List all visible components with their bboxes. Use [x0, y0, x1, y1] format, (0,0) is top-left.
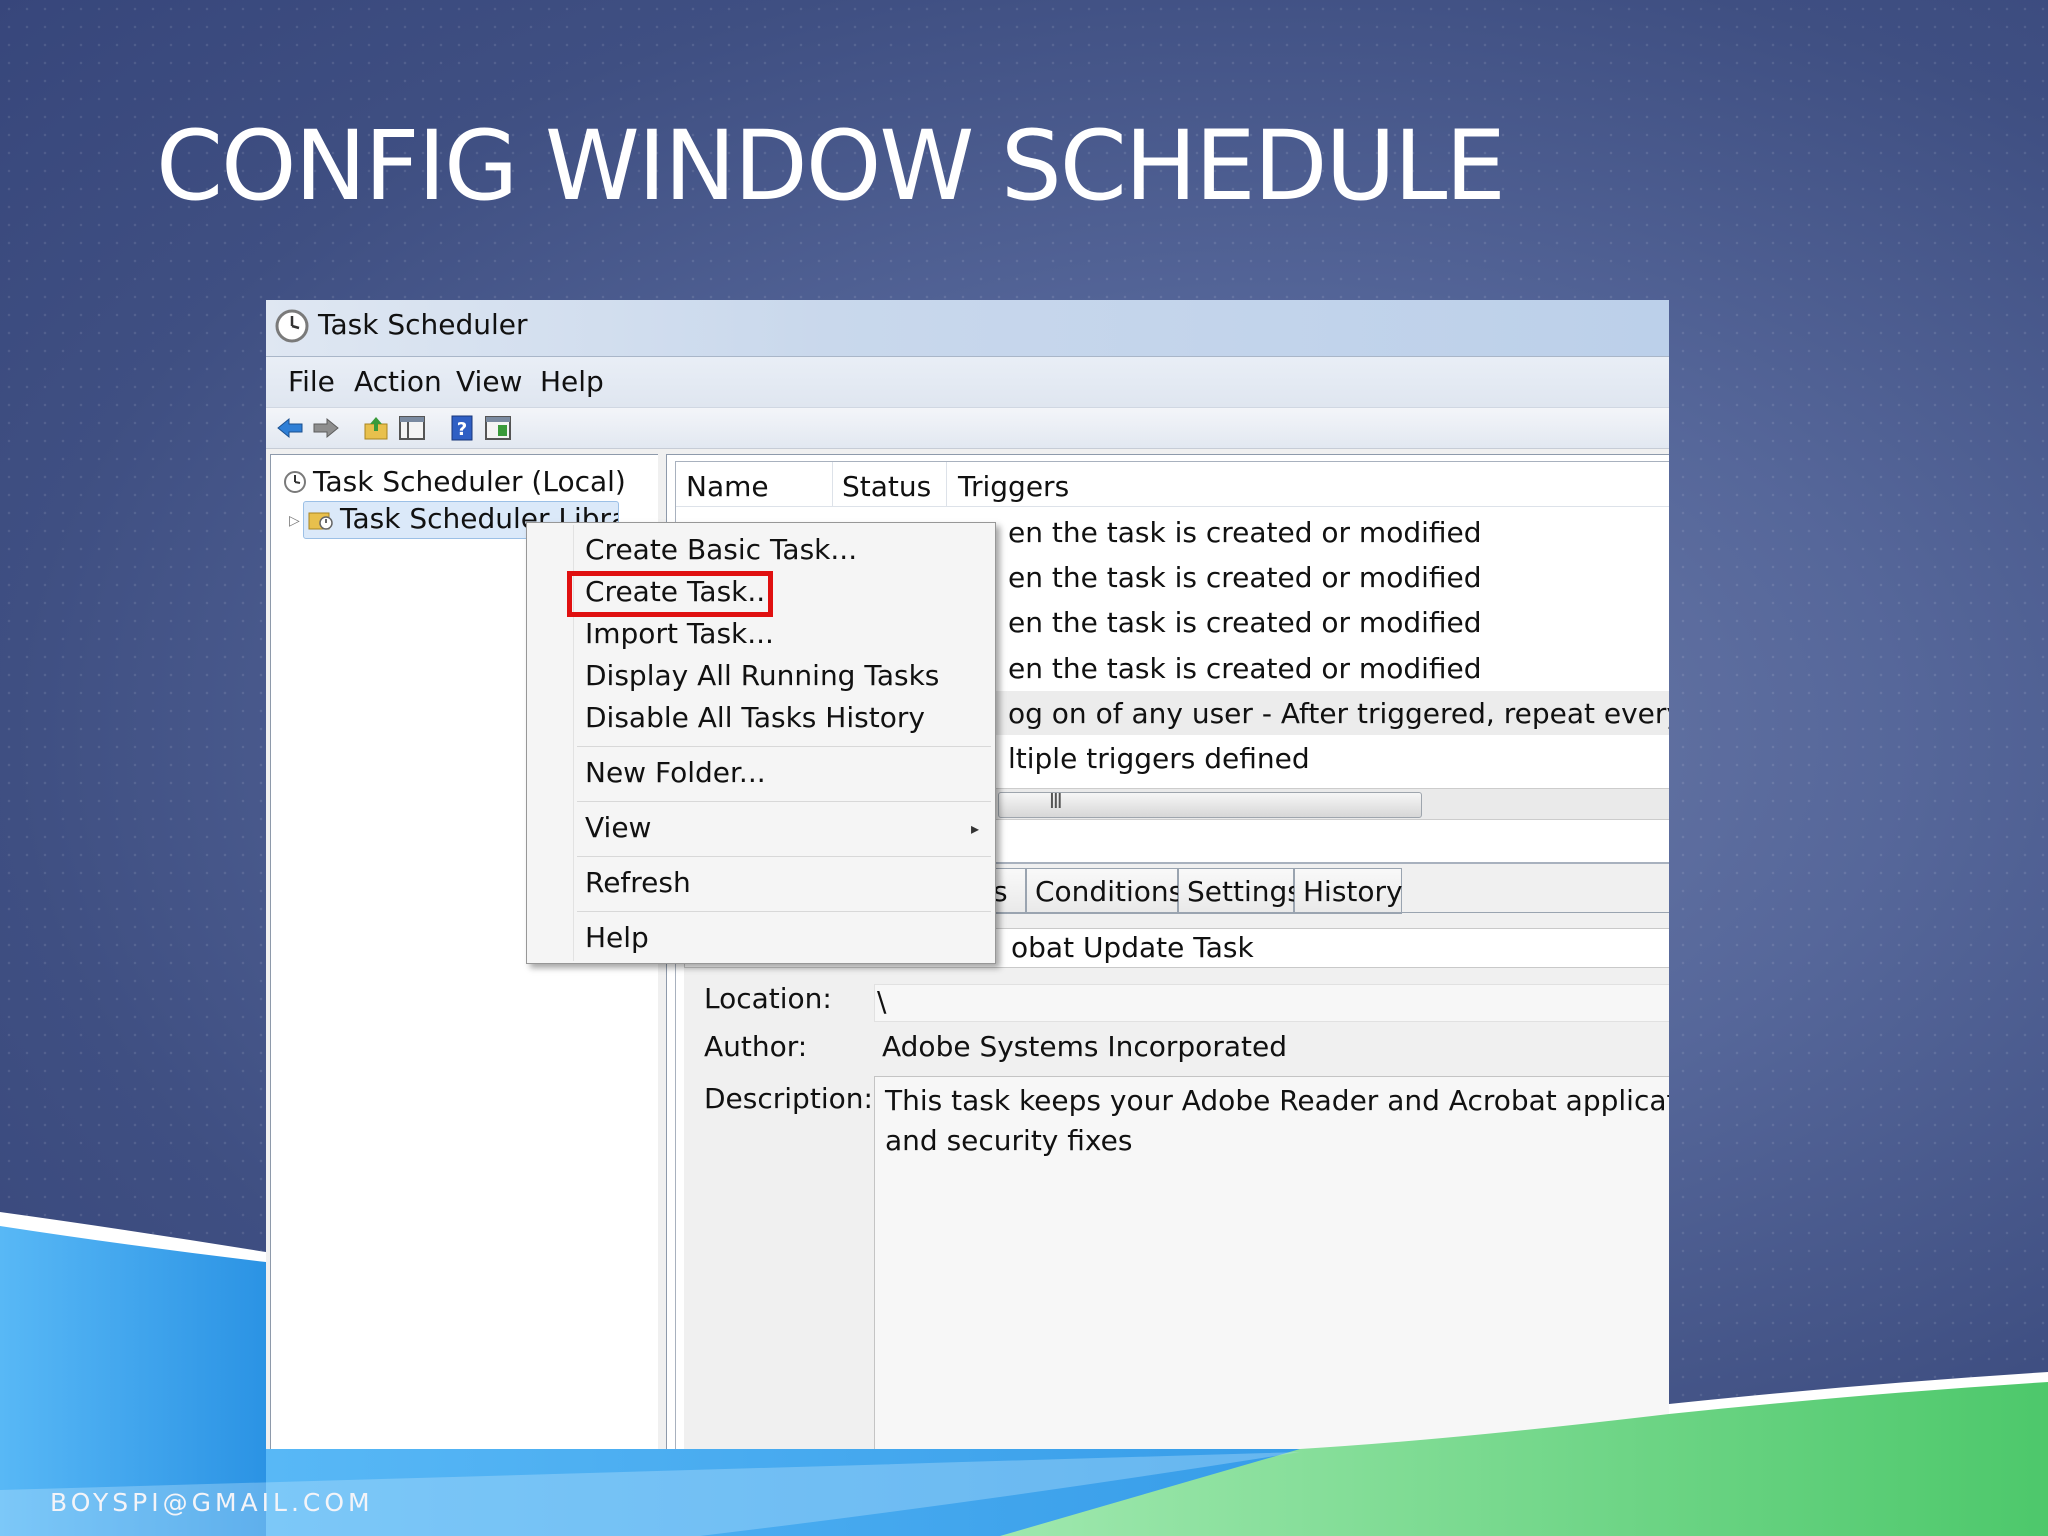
location-value: \ [877, 985, 887, 1018]
task-row-trigger: en the task is created or modified [1008, 561, 1482, 594]
submenu-arrow-icon: ▸ [970, 819, 979, 838]
task-name-value: obat Update Task [1011, 931, 1254, 964]
menu-item-import-task[interactable]: Import Task... [585, 617, 774, 650]
menu-item-new-folder[interactable]: New Folder... [585, 756, 766, 789]
column-separator[interactable] [832, 462, 833, 506]
column-separator[interactable] [946, 462, 947, 506]
menu-file[interactable]: File [288, 365, 335, 398]
svg-text:?: ? [457, 419, 467, 440]
action-pane-icon[interactable] [484, 414, 512, 442]
folder-up-icon[interactable] [362, 414, 390, 442]
menu-separator [577, 746, 991, 747]
column-status[interactable]: Status [842, 470, 931, 503]
forward-arrow-icon[interactable] [312, 414, 340, 442]
description-line: This task keeps your Adobe Reader and Ac… [885, 1084, 1669, 1117]
back-arrow-icon[interactable] [276, 414, 304, 442]
author-label: Author: [704, 1030, 808, 1063]
scrollbar-thumb[interactable]: III [998, 789, 1422, 818]
help-icon[interactable]: ? [448, 414, 476, 442]
task-row-trigger: en the task is created or modified [1008, 516, 1482, 549]
toolbar: ? [266, 408, 1669, 449]
menu-action[interactable]: Action [354, 365, 442, 398]
folder-clock-icon [308, 512, 333, 530]
menu-bar: File Action View Help [266, 357, 1669, 408]
task-row-trigger: en the task is created or modified [1008, 652, 1482, 685]
menu-item-create-basic-task[interactable]: Create Basic Task... [585, 533, 857, 566]
tab-label: Settings [1187, 875, 1302, 908]
column-triggers[interactable]: Triggers [958, 470, 1069, 503]
footer-email: BOYSPI@GMAIL.COM [50, 1488, 374, 1517]
menu-item-view[interactable]: View [585, 811, 651, 844]
menu-item-display-running-tasks[interactable]: Display All Running Tasks [585, 659, 939, 692]
window-title: Task Scheduler [318, 308, 528, 341]
menu-view[interactable]: View [456, 365, 522, 398]
tab-history[interactable]: History [1294, 868, 1403, 914]
clock-icon [275, 309, 309, 343]
tab-label: Conditions [1035, 875, 1184, 908]
location-field: \ [874, 984, 1669, 1022]
show-hide-pane-icon[interactable] [398, 414, 426, 442]
task-row-trigger: og on of any user - After triggered, rep… [1008, 697, 1669, 730]
clock-icon [284, 471, 306, 493]
menu-separator [577, 856, 991, 857]
window-titlebar: Task Scheduler [266, 300, 1669, 357]
description-field[interactable]: This task keeps your Adobe Reader and Ac… [874, 1076, 1669, 1449]
tab-settings[interactable]: Settings [1178, 868, 1302, 914]
scroll-grip: III [1049, 789, 1063, 813]
highlight-box [567, 571, 773, 617]
menu-item-refresh[interactable]: Refresh [585, 866, 691, 899]
tab-conditions[interactable]: Conditions [1026, 868, 1183, 914]
menu-item-disable-tasks-history[interactable]: Disable All Tasks History [585, 701, 925, 734]
expand-arrow-icon[interactable]: ▷ [289, 513, 300, 529]
tab-label: History [1303, 875, 1403, 908]
menu-help[interactable]: Help [540, 365, 604, 398]
author-value: Adobe Systems Incorporated [882, 1030, 1287, 1063]
task-row-trigger: en the task is created or modified [1008, 606, 1482, 639]
context-menu: Create Basic Task... Create Task... Impo… [526, 522, 996, 964]
description-label: Description: [704, 1082, 873, 1115]
menu-separator [577, 911, 991, 912]
description-line: and security fixes [885, 1124, 1133, 1157]
column-name[interactable]: Name [686, 470, 769, 503]
menu-separator [577, 801, 991, 802]
task-row-trigger: ltiple triggers defined [1008, 742, 1310, 775]
slide-title: CONFIG WINDOW SCHEDULE [156, 110, 1506, 222]
tree-item-local[interactable]: Task Scheduler (Local) [283, 465, 626, 498]
tree-item-local-label: Task Scheduler (Local) [313, 465, 626, 498]
menu-item-help[interactable]: Help [585, 921, 649, 954]
task-list-header: Name Status Triggers [676, 462, 1669, 507]
location-label: Location: [704, 982, 832, 1015]
